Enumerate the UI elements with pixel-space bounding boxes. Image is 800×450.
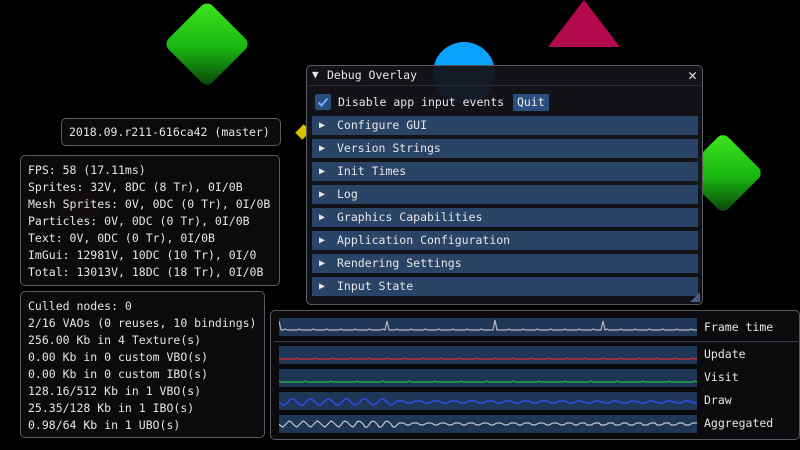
section-label: Graphics Capabilities — [337, 210, 483, 224]
expand-arrow-icon: ▶ — [319, 258, 326, 269]
section-init-times[interactable]: ▶ Init Times — [312, 162, 698, 181]
stat-text: Text: 0V, 0DC (0 Tr), 0I/0B — [28, 231, 215, 245]
section-application-configuration[interactable]: ▶ Application Configuration — [312, 231, 698, 250]
red-triangle-shape — [548, 0, 620, 47]
stat-fps: FPS: 58 (17.11ms) — [28, 163, 146, 177]
debug-overlay-window[interactable]: ▼ Debug Overlay ✕ Disable app input even… — [306, 65, 703, 305]
graph-label: Aggregated — [704, 416, 774, 430]
graph-label: Update — [704, 347, 746, 361]
section-label: Rendering Settings — [337, 256, 462, 270]
close-icon[interactable]: ✕ — [688, 66, 697, 84]
expand-arrow-icon: ▶ — [319, 143, 326, 154]
stat-sprites: Sprites: 32V, 8DC (8 Tr), 0I/0B — [28, 180, 243, 194]
section-label: Version Strings — [337, 141, 441, 155]
section-label: Configure GUI — [337, 118, 428, 132]
expand-arrow-icon: ▶ — [319, 235, 326, 246]
green-square-shape — [163, 0, 251, 88]
sparkline-path — [279, 357, 697, 360]
version-text: 2018.09.r211-616ca42 (master) — [69, 125, 270, 139]
memory-stats-panel: Culled nodes: 0 2/16 VAOs (0 reuses, 10 … — [20, 291, 265, 438]
section-label: Log — [337, 187, 358, 201]
mem-custom-vbos: 0.00 Kb in 0 custom VBO(s) — [28, 350, 209, 364]
frame-time-sparkline — [279, 319, 697, 331]
section-version-strings[interactable]: ▶ Version Strings — [312, 139, 698, 158]
draw-sparkline — [279, 398, 697, 406]
stat-mesh-sprites: Mesh Sprites: 0V, 0DC (0 Tr), 0I/0B — [28, 197, 271, 211]
section-rendering-settings[interactable]: ▶ Rendering Settings — [312, 254, 698, 273]
graph-label: Frame time — [704, 320, 774, 334]
section-label: Application Configuration — [337, 233, 511, 247]
window-titlebar[interactable]: ▼ Debug Overlay ✕ — [307, 66, 702, 86]
graph-aggregated — [279, 415, 697, 433]
overlay-sections: ▶ Configure GUI ▶ Version Strings ▶ Init… — [312, 116, 698, 300]
expand-arrow-icon: ▶ — [319, 189, 326, 200]
stat-imgui: ImGui: 12981V, 10DC (10 Tr), 0I/0 — [28, 248, 257, 262]
sparkline-path — [279, 380, 697, 383]
mem-ubos: 0.98/64 Kb in 1 UBO(s) — [28, 418, 181, 432]
mem-culled-nodes: Culled nodes: 0 — [28, 299, 132, 313]
graph-visit — [279, 369, 697, 387]
aggregated-sparkline — [279, 420, 697, 428]
graph-divider — [274, 341, 798, 342]
section-log[interactable]: ▶ Log — [312, 185, 698, 204]
expand-arrow-icon: ▶ — [319, 281, 326, 292]
disable-input-checkbox[interactable] — [315, 94, 331, 110]
collapse-arrow-icon[interactable]: ▼ — [312, 68, 319, 81]
timing-graphs-panel: Frame time Update Visit Draw Aggregated — [270, 310, 800, 440]
section-label: Input State — [337, 279, 414, 293]
sparkline-path — [279, 398, 697, 406]
mem-ibos: 25.35/128 Kb in 1 IBO(s) — [28, 401, 195, 415]
version-panel: 2018.09.r211-616ca42 (master) — [61, 118, 281, 146]
stat-particles: Particles: 0V, 0DC (0 Tr), 0I/0B — [28, 214, 250, 228]
graph-update — [279, 346, 697, 364]
section-configure-gui[interactable]: ▶ Configure GUI — [312, 116, 698, 135]
graph-label: Visit — [704, 370, 739, 384]
render-stats-panel: FPS: 58 (17.11ms) Sprites: 32V, 8DC (8 T… — [20, 155, 280, 286]
graph-label: Draw — [704, 393, 732, 407]
section-graphics-capabilities[interactable]: ▶ Graphics Capabilities — [312, 208, 698, 227]
expand-arrow-icon: ▶ — [319, 120, 326, 131]
quit-button[interactable]: Quit — [513, 94, 549, 111]
graph-frame-time — [279, 318, 697, 336]
mem-vbos: 128.16/512 Kb in 1 VBO(s) — [28, 384, 202, 398]
disable-input-label: Disable app input events — [338, 95, 505, 109]
expand-arrow-icon: ▶ — [319, 212, 326, 223]
checkmark-icon — [317, 97, 329, 107]
sparkline-path — [279, 420, 697, 428]
update-sparkline — [279, 357, 697, 360]
mem-textures: 256.00 Kb in 4 Texture(s) — [28, 333, 202, 347]
stat-total: Total: 13013V, 18DC (18 Tr), 0I/0B — [28, 265, 264, 279]
sparkline-path — [279, 319, 697, 331]
expand-arrow-icon: ▶ — [319, 166, 326, 177]
mem-custom-ibos: 0.00 Kb in 0 custom IBO(s) — [28, 367, 209, 381]
mem-vaos: 2/16 VAOs (0 reuses, 10 bindings) — [28, 316, 257, 330]
graph-draw — [279, 392, 697, 410]
resize-grip-icon[interactable] — [690, 292, 700, 302]
section-label: Init Times — [337, 164, 407, 178]
section-input-state[interactable]: ▶ Input State — [312, 277, 698, 296]
visit-sparkline — [279, 380, 697, 383]
window-title: Debug Overlay — [327, 68, 418, 82]
